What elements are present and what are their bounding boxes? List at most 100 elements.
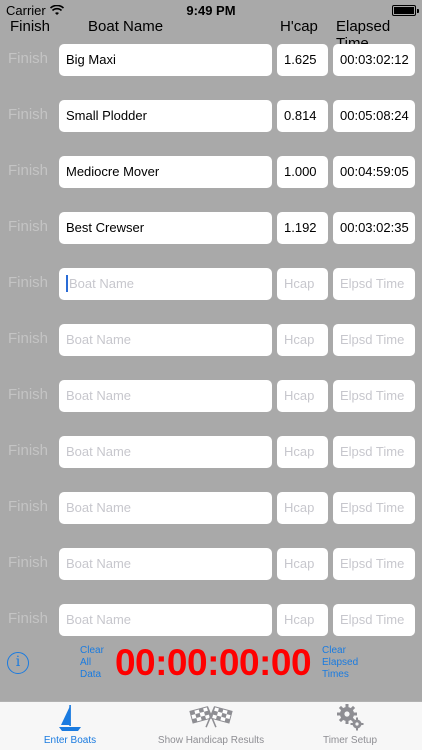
boat-row: Finish Boat Name Hcap Elpsd Time [0, 436, 422, 468]
elapsed-time-input-placeholder: Elpsd Time [340, 444, 405, 459]
gear-icon [337, 704, 364, 731]
elapsed-time-input[interactable]: 00:03:02:12 [333, 44, 415, 76]
info-icon[interactable]: i [7, 652, 29, 674]
boat-name-input-placeholder: Boat Name [66, 500, 132, 515]
finish-button[interactable]: Finish [8, 330, 48, 347]
boat-name-input[interactable]: Boat Name [59, 604, 272, 636]
boat-name-input[interactable]: Boat Name [59, 436, 272, 468]
boat-name-input[interactable]: Boat Name [59, 548, 272, 580]
finish-button[interactable]: Finish [8, 50, 48, 67]
boat-name-input-placeholder: Boat Name [66, 388, 132, 403]
boat-name-input[interactable]: Small Plodder [59, 100, 272, 132]
elapsed-time-input-value: 00:04:59:05 [340, 164, 409, 179]
boat-name-input-value: Mediocre Mover [66, 164, 160, 179]
finish-button[interactable]: Finish [8, 274, 48, 291]
boat-name-input-value: Small Plodder [66, 108, 147, 123]
hcap-input[interactable]: Hcap [277, 604, 328, 636]
tab-label: Enter Boats [43, 735, 97, 746]
elapsed-time-input-placeholder: Elpsd Time [340, 388, 405, 403]
hcap-input-value: 0.814 [284, 108, 317, 123]
boat-name-input[interactable]: Boat Name [59, 380, 272, 412]
finish-button[interactable]: Finish [8, 498, 48, 515]
elapsed-time-input[interactable]: Elpsd Time [333, 604, 415, 636]
boat-name-input-placeholder: Boat Name [66, 612, 132, 627]
hcap-input[interactable]: Hcap [277, 548, 328, 580]
header-boat-name: Boat Name [88, 18, 164, 35]
hcap-input-value: 1.192 [284, 220, 317, 235]
tab-show-handicap-results[interactable]: Show Handicap Results [140, 702, 282, 750]
hcap-input[interactable]: Hcap [277, 436, 328, 468]
hcap-input[interactable]: 1.192 [277, 212, 328, 244]
boat-row: Finish Boat Name Hcap Elpsd Time [0, 604, 422, 636]
boat-row: Finish Big Maxi 1.625 00:03:02:12 [0, 44, 422, 76]
boat-name-input-placeholder: Boat Name [69, 276, 135, 291]
elapsed-time-input-placeholder: Elpsd Time [340, 276, 405, 291]
elapsed-time-input-placeholder: Elpsd Time [340, 500, 405, 515]
hcap-input[interactable]: Hcap [277, 380, 328, 412]
finish-button[interactable]: Finish [8, 610, 48, 627]
boat-row: Finish Mediocre Mover 1.000 00:04:59:05 [0, 156, 422, 188]
tab-label: Timer Setup [322, 735, 378, 746]
finish-button[interactable]: Finish [8, 106, 48, 123]
finish-button[interactable]: Finish [8, 442, 48, 459]
boat-name-input[interactable]: Boat Name [59, 268, 272, 300]
hcap-input-placeholder: Hcap [284, 556, 315, 571]
hcap-input[interactable]: 1.000 [277, 156, 328, 188]
elapsed-time-input[interactable]: Elpsd Time [333, 548, 415, 580]
race-timer: 00:00:00:00 [114, 642, 312, 683]
hcap-input-placeholder: Hcap [284, 276, 315, 291]
boat-row: Finish Boat Name Hcap Elpsd Time [0, 380, 422, 412]
boat-name-input[interactable]: Boat Name [59, 324, 272, 356]
elapsed-time-input-placeholder: Elpsd Time [340, 612, 405, 627]
elapsed-time-input[interactable]: 00:03:02:35 [333, 212, 415, 244]
boat-name-input[interactable]: Best Crewser [59, 212, 272, 244]
finish-button[interactable]: Finish [8, 386, 48, 403]
hcap-input[interactable]: 1.625 [277, 44, 328, 76]
header-hcap: H'cap [280, 18, 318, 35]
battery-icon [392, 5, 419, 16]
elapsed-time-input[interactable]: Elpsd Time [333, 380, 415, 412]
elapsed-time-input[interactable]: 00:04:59:05 [333, 156, 415, 188]
column-header: Finish Boat Name H'cap Elapsed Time [0, 18, 422, 52]
boat-name-input-placeholder: Boat Name [66, 332, 132, 347]
boat-name-input[interactable]: Boat Name [59, 492, 272, 524]
elapsed-time-input-value: 00:05:08:24 [340, 108, 409, 123]
text-cursor [66, 275, 68, 293]
elapsed-time-input[interactable]: Elpsd Time [333, 268, 415, 300]
clear-all-data-button[interactable]: Clear All Data [80, 645, 110, 681]
hcap-input-placeholder: Hcap [284, 332, 315, 347]
clear-elapsed-times-button[interactable]: Clear Elapsed Times [322, 645, 382, 681]
sailboat-icon [59, 705, 81, 731]
elapsed-time-input[interactable]: Elpsd Time [333, 324, 415, 356]
boat-name-input[interactable]: Mediocre Mover [59, 156, 272, 188]
tab-label: Show Handicap Results [157, 735, 265, 746]
hcap-input-value: 1.625 [284, 52, 317, 67]
boat-name-input-value: Best Crewser [66, 220, 145, 235]
hcap-input[interactable]: 0.814 [277, 100, 328, 132]
elapsed-time-input-value: 00:03:02:12 [340, 52, 409, 67]
status-bar: Carrier 9:49 PM [0, 0, 422, 20]
elapsed-time-input-placeholder: Elpsd Time [340, 332, 405, 347]
elapsed-time-input[interactable]: Elpsd Time [333, 492, 415, 524]
hcap-input-placeholder: Hcap [284, 612, 315, 627]
hcap-input-placeholder: Hcap [284, 500, 315, 515]
header-finish: Finish [10, 18, 51, 35]
tab-bar: Enter Boats Show Handicap Results Timer … [0, 701, 422, 750]
tab-timer-setup[interactable]: Timer Setup [300, 702, 400, 750]
status-time: 9:49 PM [186, 3, 236, 18]
tab-enter-boats[interactable]: Enter Boats [20, 702, 120, 750]
boat-name-input[interactable]: Big Maxi [59, 44, 272, 76]
finish-button[interactable]: Finish [8, 162, 48, 179]
elapsed-time-input[interactable]: 00:05:08:24 [333, 100, 415, 132]
boat-row: Finish Boat Name Hcap Elpsd Time [0, 548, 422, 580]
boat-name-input-value: Big Maxi [66, 52, 116, 67]
elapsed-time-input[interactable]: Elpsd Time [333, 436, 415, 468]
hcap-input[interactable]: Hcap [277, 324, 328, 356]
hcap-input[interactable]: Hcap [277, 268, 328, 300]
boat-row: Finish Boat Name Hcap Elpsd Time [0, 492, 422, 524]
boat-name-input-placeholder: Boat Name [66, 556, 132, 571]
hcap-input[interactable]: Hcap [277, 492, 328, 524]
finish-button[interactable]: Finish [8, 218, 48, 235]
finish-button[interactable]: Finish [8, 554, 48, 571]
boat-row: Finish Boat Name Hcap Elpsd Time [0, 268, 422, 300]
